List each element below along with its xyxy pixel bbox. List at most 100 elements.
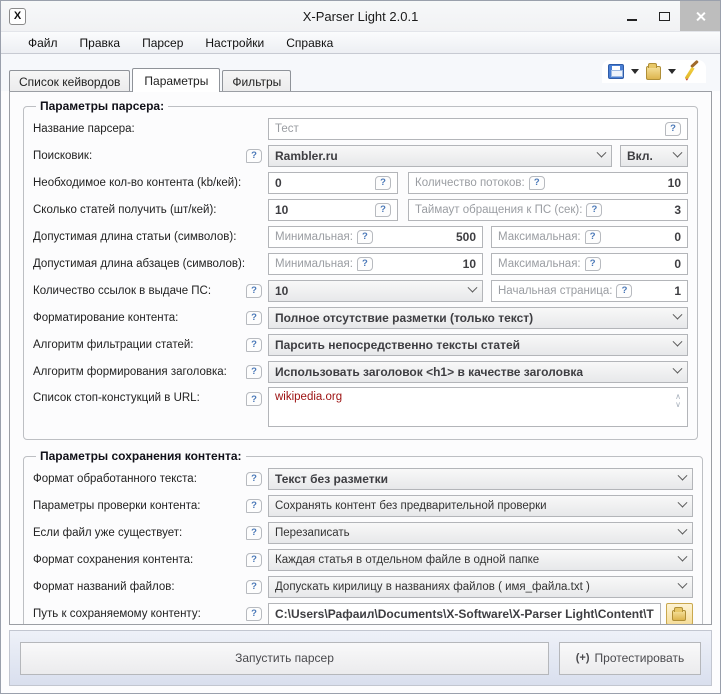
help-icon[interactable] — [246, 284, 262, 298]
menu-file[interactable]: Файл — [17, 36, 69, 50]
help-icon[interactable] — [246, 580, 262, 594]
menu-edit[interactable]: Правка — [69, 36, 132, 50]
tab-filters[interactable]: Фильтры — [222, 70, 291, 92]
timeout-input[interactable]: Таймаут обращения к ПС (сек): 3 — [408, 199, 688, 221]
help-icon[interactable] — [529, 176, 545, 190]
article-max-input[interactable]: Максимальная: 0 — [491, 226, 688, 248]
save-icon[interactable] — [608, 64, 624, 79]
row-content-amount: Необходимое кол-во контента (kb/кей): 0 … — [33, 169, 688, 196]
textarea-scrollbar[interactable]: ∧∨ — [675, 393, 681, 409]
app-window: X X-Parser Light 2.0.1 Файл Правка Парсе… — [0, 0, 721, 694]
para-min-input[interactable]: Минимальная: 10 — [268, 253, 483, 275]
format-select[interactable]: Полное отсутствие разметки (только текст… — [268, 307, 688, 329]
articles-value: 10 — [275, 203, 288, 217]
tab-parameters[interactable]: Параметры — [132, 68, 220, 92]
help-icon[interactable] — [375, 176, 391, 190]
threads-label: Количество потоков: — [415, 177, 525, 189]
filename-label: Формат названий файлов: — [33, 581, 246, 593]
run-parser-button[interactable]: Запустить парсер — [20, 642, 549, 675]
threads-input[interactable]: Количество потоков: 10 — [408, 172, 688, 194]
row-filename-format: Формат названий файлов: Допускать кирили… — [33, 573, 693, 600]
close-button[interactable] — [680, 1, 720, 31]
help-icon[interactable] — [246, 499, 262, 513]
menu-settings[interactable]: Настройки — [194, 36, 275, 50]
help-icon[interactable] — [246, 365, 262, 379]
test-button[interactable]: (+) Протестировать — [559, 642, 701, 675]
save-dropdown-icon[interactable] — [631, 69, 639, 74]
title-bar[interactable]: X X-Parser Light 2.0.1 — [1, 1, 720, 31]
row-save-format: Формат сохранения контента: Каждая стать… — [33, 546, 693, 573]
help-icon[interactable] — [246, 149, 262, 163]
article-min-input[interactable]: Минимальная: 500 — [268, 226, 483, 248]
minimize-button[interactable] — [616, 1, 648, 31]
stoplist-textarea[interactable]: wikipedia.org ∧∨ — [268, 387, 688, 427]
path-input[interactable]: C:\Users\Рафаил\Documents\X-Software\X-P… — [268, 603, 661, 625]
folder-dropdown-icon[interactable] — [668, 69, 676, 74]
path-value: C:\Users\Рафаил\Documents\X-Software\X-P… — [275, 607, 654, 621]
help-icon[interactable] — [246, 553, 262, 567]
header-algo-select[interactable]: Использовать заголовок <h1> в качестве з… — [268, 361, 688, 383]
chevron-down-icon — [677, 579, 687, 589]
filter-value: Парсить непосредственно тексты статей — [275, 338, 520, 352]
filename-select[interactable]: Допускать кирилицу в названиях файлов ( … — [268, 576, 693, 598]
help-icon[interactable] — [585, 230, 601, 244]
startpage-input[interactable]: Начальная страница: 1 — [491, 280, 688, 302]
row-content-format: Форматирование контента: Полное отсутств… — [33, 304, 688, 331]
exists-select[interactable]: Перезаписать — [268, 522, 693, 544]
help-icon[interactable] — [246, 526, 262, 540]
toolbar — [602, 60, 706, 83]
help-icon[interactable] — [616, 284, 632, 298]
engine-label: Поисковик: — [33, 150, 246, 162]
min-label: Минимальная: — [275, 231, 353, 243]
help-icon[interactable] — [246, 607, 262, 621]
engine-state-value: Вкл. — [627, 149, 653, 163]
timeout-value: 3 — [674, 203, 681, 217]
help-icon[interactable] — [375, 203, 391, 217]
para-min-value: 10 — [463, 257, 476, 271]
row-header-algorithm: Алгоритм формирования заголовка: Использ… — [33, 358, 688, 385]
help-icon[interactable] — [246, 338, 262, 352]
group-parser-params: Параметры парсера: Название парсера: Тес… — [23, 99, 698, 440]
menu-parser[interactable]: Парсер — [131, 36, 194, 50]
content-kb-value: 0 — [275, 176, 282, 190]
article-max-value: 0 — [674, 230, 681, 244]
menu-help[interactable]: Справка — [275, 36, 344, 50]
links-label: Количество ссылок в выдаче ПС: — [33, 285, 246, 297]
tab-keywords[interactable]: Список кейвордов — [9, 70, 130, 92]
links-select[interactable]: 10 — [268, 280, 483, 302]
chevron-down-icon — [673, 148, 683, 158]
help-icon[interactable] — [246, 472, 262, 486]
broom-icon[interactable] — [682, 62, 701, 81]
max-label: Максимальная: — [498, 231, 581, 243]
chevron-down-icon — [677, 525, 687, 535]
row-file-exists: Если файл уже существует: Перезаписать — [33, 519, 693, 546]
row-search-engine: Поисковик: Rambler.ru Вкл. — [33, 142, 688, 169]
help-icon[interactable] — [585, 257, 601, 271]
help-icon[interactable] — [665, 122, 681, 136]
engine-state-select[interactable]: Вкл. — [620, 145, 688, 167]
stoplist-label: Список стоп-констукций в URL: — [33, 392, 246, 404]
text-format-select[interactable]: Текст без разметки — [268, 468, 693, 490]
check-select[interactable]: Сохранять контент без предварительной пр… — [268, 495, 693, 517]
folder-icon[interactable] — [646, 66, 661, 80]
parser-name-value: Тест — [275, 123, 299, 135]
para-max-input[interactable]: Максимальная: 0 — [491, 253, 688, 275]
help-icon[interactable] — [246, 392, 262, 406]
articles-input[interactable]: 10 — [268, 199, 398, 221]
save-format-select[interactable]: Каждая статья в отдельном файле в одной … — [268, 549, 693, 571]
row-article-length: Допустимая длина статьи (символов): Мини… — [33, 223, 688, 250]
help-icon[interactable] — [246, 311, 262, 325]
maximize-button[interactable] — [648, 1, 680, 31]
content-kb-input[interactable]: 0 — [268, 172, 398, 194]
help-icon[interactable] — [357, 257, 373, 271]
save-format-value: Каждая статья в отдельном файле в одной … — [275, 554, 539, 566]
help-icon[interactable] — [357, 230, 373, 244]
engine-select[interactable]: Rambler.ru — [268, 145, 612, 167]
browse-folder-button[interactable] — [666, 603, 693, 625]
parser-name-input[interactable]: Тест — [268, 118, 688, 140]
filter-select[interactable]: Парсить непосредственно тексты статей — [268, 334, 688, 356]
chevron-down-icon — [677, 471, 687, 481]
help-icon[interactable] — [586, 203, 602, 217]
row-content-check: Параметры проверки контента: Сохранять к… — [33, 492, 693, 519]
run-parser-label: Запустить парсер — [235, 651, 334, 665]
